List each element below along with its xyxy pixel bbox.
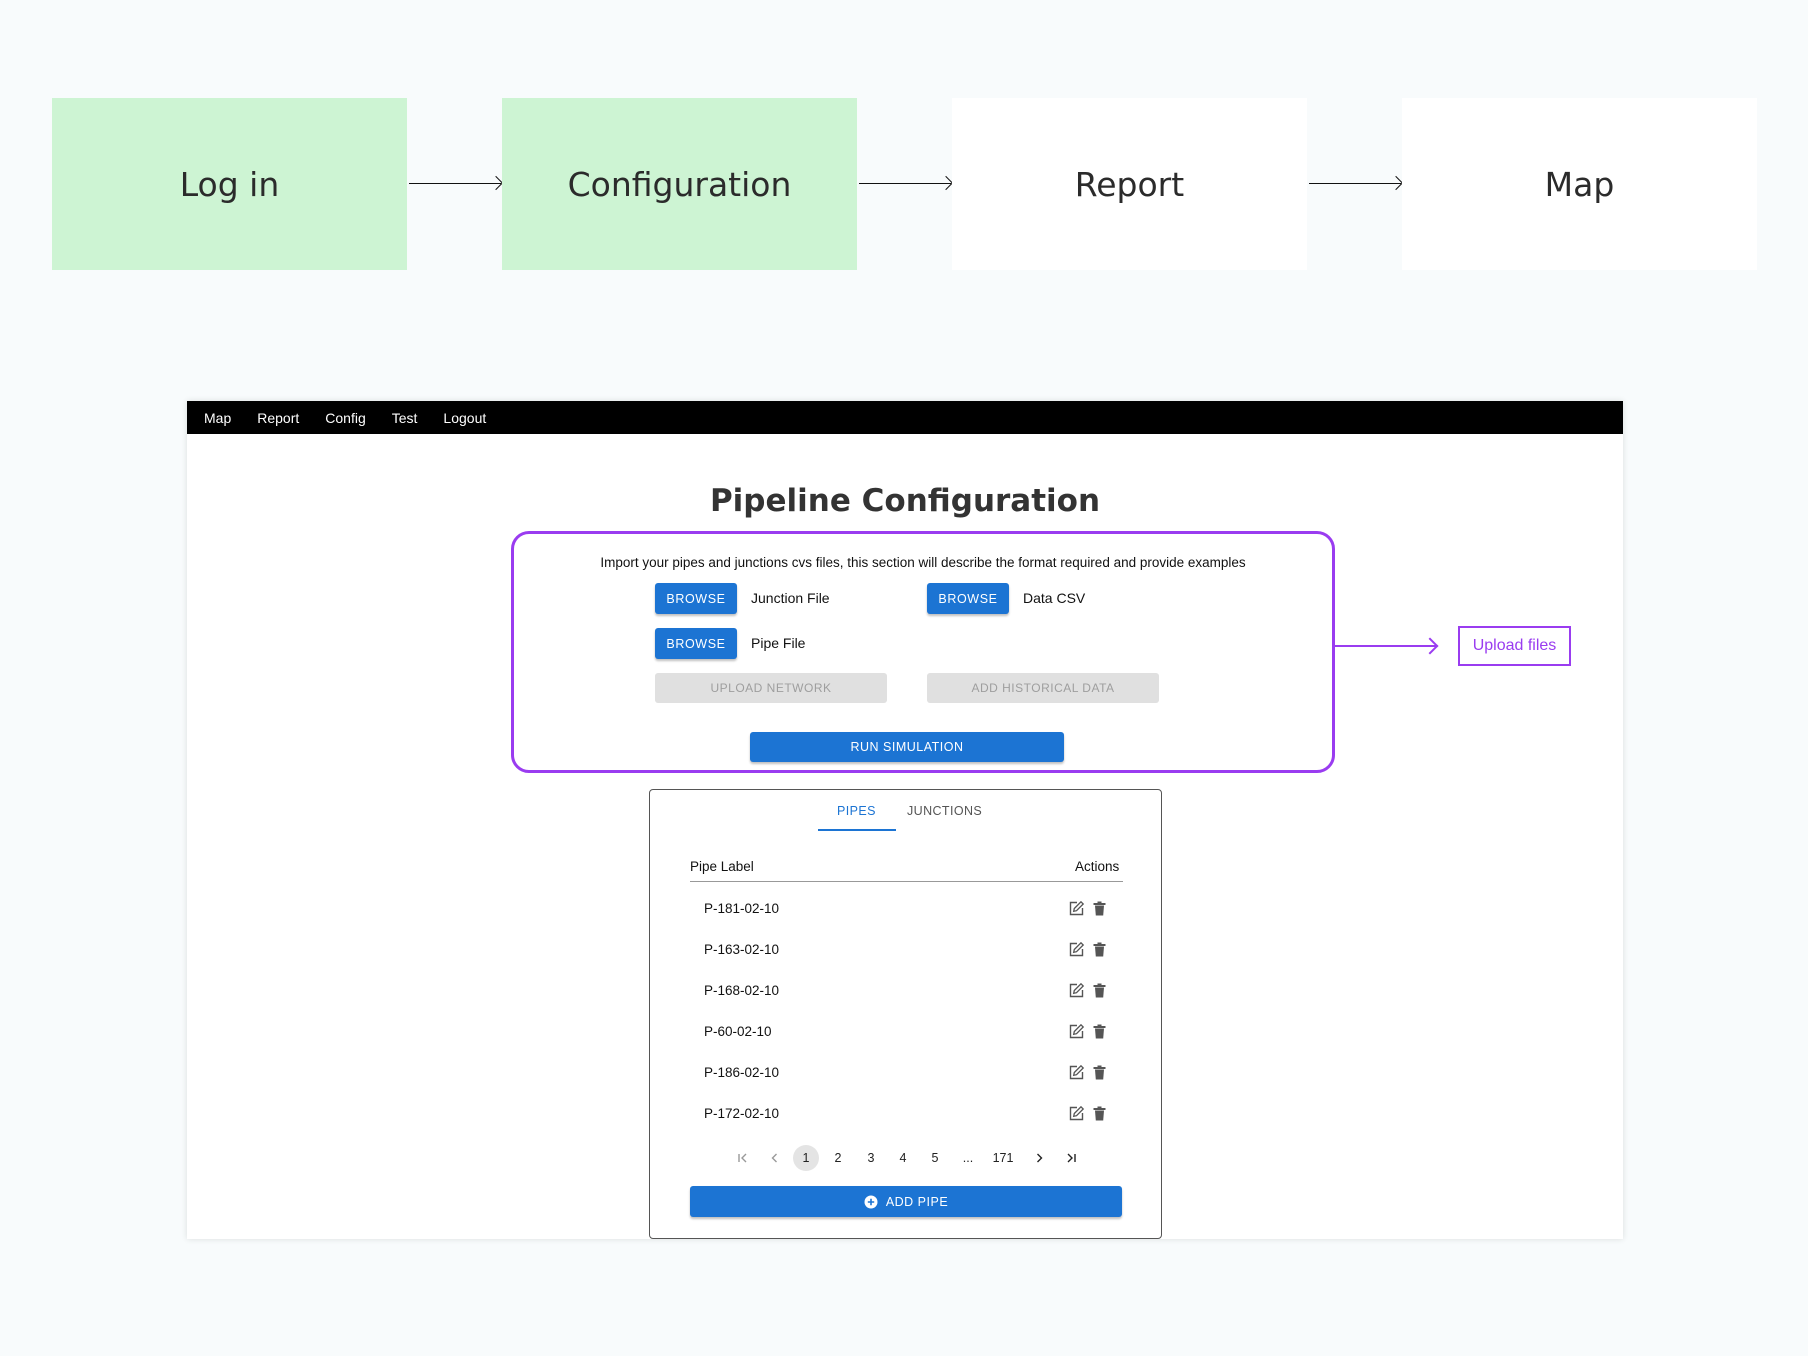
pipe-label-cell: P-168-02-10 bbox=[704, 983, 780, 998]
upload-files-label: Upload files bbox=[1472, 637, 1557, 654]
edit-icon[interactable] bbox=[1068, 1064, 1085, 1081]
run-simulation-button[interactable]: RUN SIMULATION bbox=[750, 732, 1064, 762]
flow-step-label: Map bbox=[1544, 164, 1615, 204]
pipe-label-cell: P-163-02-10 bbox=[704, 942, 780, 957]
junction-file-label: Junction File bbox=[751, 590, 830, 606]
app-window: Map Report Config Test Logout Pipeline C… bbox=[187, 401, 1623, 1239]
first-page-icon[interactable] bbox=[730, 1145, 756, 1171]
nav-item-report[interactable]: Report bbox=[257, 410, 299, 426]
flow-step-configuration: Configuration bbox=[502, 98, 857, 270]
pipe-label-cell: P-172-02-10 bbox=[704, 1106, 780, 1121]
config-section: Import your pipes and junctions cvs file… bbox=[511, 531, 1335, 773]
column-header-pipe-label: Pipe Label bbox=[690, 859, 754, 874]
page-ellipsis: ... bbox=[962, 1151, 974, 1165]
table-row: P-168-02-10 bbox=[690, 970, 1123, 1011]
pipe-label-cell: P-60-02-10 bbox=[704, 1024, 772, 1039]
flow-arrow-icon bbox=[409, 183, 501, 184]
config-description: Import your pipes and junctions cvs file… bbox=[600, 555, 1246, 570]
pipes-table-card: PIPES JUNCTIONS Pipe Label Actions P-181… bbox=[649, 789, 1162, 1239]
trash-icon[interactable] bbox=[1091, 900, 1108, 917]
trash-icon[interactable] bbox=[1091, 1064, 1108, 1081]
flow-arrow-icon bbox=[859, 183, 951, 184]
tab-junctions[interactable]: JUNCTIONS bbox=[907, 804, 982, 818]
trash-icon[interactable] bbox=[1091, 982, 1108, 999]
pagination: 1 2 3 4 5 ... 171 bbox=[650, 1145, 1161, 1173]
trash-icon[interactable] bbox=[1091, 1105, 1108, 1122]
nav-item-map[interactable]: Map bbox=[204, 410, 231, 426]
page-3-button[interactable]: 3 bbox=[858, 1145, 884, 1171]
table-row: P-60-02-10 bbox=[690, 1011, 1123, 1052]
active-tab-indicator bbox=[818, 829, 896, 831]
header-divider bbox=[690, 881, 1123, 882]
pipe-label-cell: P-181-02-10 bbox=[704, 901, 780, 916]
connector-arrow-icon bbox=[1335, 645, 1436, 647]
pipe-label-cell: P-186-02-10 bbox=[704, 1065, 780, 1080]
data-csv-label: Data CSV bbox=[1023, 590, 1086, 606]
add-pipe-label: ADD PIPE bbox=[885, 1194, 949, 1209]
flow-step-report: Report bbox=[952, 98, 1307, 270]
table-row: P-186-02-10 bbox=[690, 1052, 1123, 1093]
column-header-actions: Actions bbox=[1075, 859, 1120, 874]
prev-page-icon[interactable] bbox=[762, 1145, 788, 1171]
browse-data-csv-button[interactable]: BROWSE bbox=[927, 583, 1009, 614]
page-1-button[interactable]: 1 bbox=[793, 1145, 819, 1171]
upload-network-button[interactable]: UPLOAD NETWORK bbox=[655, 673, 887, 703]
table-row: P-163-02-10 bbox=[690, 929, 1123, 970]
edit-icon[interactable] bbox=[1068, 900, 1085, 917]
table-row: P-172-02-10 bbox=[690, 1093, 1123, 1134]
page-4-button[interactable]: 4 bbox=[890, 1145, 916, 1171]
browse-junction-button[interactable]: BROWSE bbox=[655, 583, 737, 614]
add-pipe-button[interactable]: ADD PIPE bbox=[690, 1186, 1122, 1217]
nav-item-logout[interactable]: Logout bbox=[443, 410, 486, 426]
page-171-button[interactable]: 171 bbox=[990, 1145, 1016, 1171]
flow-step-label: Configuration bbox=[567, 164, 792, 204]
last-page-icon[interactable] bbox=[1058, 1145, 1084, 1171]
trash-icon[interactable] bbox=[1091, 1023, 1108, 1040]
pipe-file-label: Pipe File bbox=[751, 635, 806, 651]
nav-item-test[interactable]: Test bbox=[392, 410, 418, 426]
edit-icon[interactable] bbox=[1068, 1105, 1085, 1122]
edit-icon[interactable] bbox=[1068, 1023, 1085, 1040]
edit-icon[interactable] bbox=[1068, 941, 1085, 958]
nav-item-config[interactable]: Config bbox=[325, 410, 365, 426]
flow-step-map: Map bbox=[1402, 98, 1757, 270]
trash-icon[interactable] bbox=[1091, 941, 1108, 958]
table-row: P-181-02-10 bbox=[690, 888, 1123, 929]
flow-step-login: Log in bbox=[52, 98, 407, 270]
next-page-icon[interactable] bbox=[1026, 1145, 1052, 1171]
page-title: Pipeline Configuration bbox=[709, 483, 1101, 519]
top-nav: Map Report Config Test Logout bbox=[187, 401, 1623, 434]
add-circle-icon bbox=[864, 1195, 878, 1208]
flow-arrow-icon bbox=[1309, 183, 1401, 184]
edit-icon[interactable] bbox=[1068, 982, 1085, 999]
flow-step-label: Log in bbox=[179, 164, 280, 204]
flow-step-label: Report bbox=[1074, 164, 1185, 204]
upload-files-annotation: Upload files bbox=[1458, 626, 1571, 666]
add-historical-data-button[interactable]: ADD HISTORICAL DATA bbox=[927, 673, 1159, 703]
table-tabs: PIPES JUNCTIONS bbox=[650, 790, 1161, 832]
browse-pipe-button[interactable]: BROWSE bbox=[655, 628, 737, 659]
page-2-button[interactable]: 2 bbox=[825, 1145, 851, 1171]
tab-pipes[interactable]: PIPES bbox=[837, 804, 876, 818]
page-5-button[interactable]: 5 bbox=[922, 1145, 948, 1171]
